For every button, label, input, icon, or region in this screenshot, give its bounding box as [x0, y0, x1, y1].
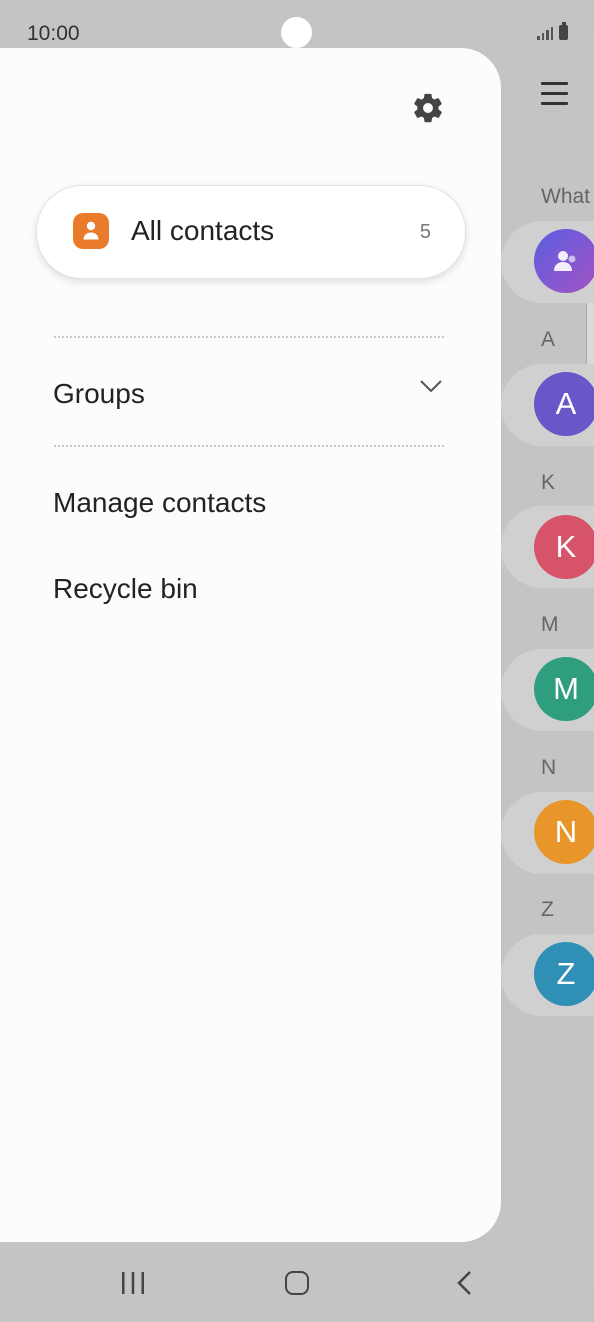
recycle-bin-item[interactable]: Recycle bin [53, 573, 198, 605]
section-header-m: M [541, 613, 559, 636]
section-header-n: N [541, 756, 557, 779]
manage-contacts-item[interactable]: Manage contacts [53, 487, 266, 519]
group-avatar-icon [534, 229, 594, 293]
status-icons [537, 22, 568, 40]
avatar-z: Z [534, 942, 594, 1006]
navigation-drawer: All contacts 5 Groups Manage contacts Re… [0, 48, 501, 1242]
recent-apps-icon[interactable] [121, 1271, 145, 1295]
groups-label[interactable]: Groups [53, 378, 145, 410]
avatar-a: A [534, 372, 594, 436]
divider [54, 336, 444, 338]
divider [54, 445, 444, 447]
avatar-n: N [534, 800, 594, 864]
all-contacts-label: All contacts [131, 215, 275, 246]
avatar-k: K [534, 515, 594, 579]
section-header-a: A [541, 328, 556, 351]
front-camera [281, 17, 312, 48]
group-icon [554, 251, 576, 271]
section-header-z: Z [541, 898, 554, 921]
gear-icon [414, 93, 442, 123]
avatar-m: M [534, 657, 594, 721]
system-navigation-bar [0, 1243, 594, 1322]
home-icon[interactable] [285, 1271, 309, 1295]
battery-icon [559, 22, 568, 40]
signal-icon [537, 24, 553, 40]
section-header-k: K [541, 471, 556, 494]
back-icon[interactable] [455, 1270, 473, 1296]
settings-button[interactable] [410, 90, 446, 126]
chevron-down-icon[interactable] [418, 378, 444, 394]
status-time: 10:00 [27, 22, 80, 45]
menu-icon[interactable] [541, 82, 568, 106]
contacts-count: 5 [419, 221, 431, 243]
person-icon [73, 213, 109, 249]
all-contacts-button[interactable]: All contacts 5 [36, 185, 466, 279]
section-header-whatsapp: What [541, 185, 591, 208]
phone-screen: 10:00 What A A K K M M N N Z Z All conta… [0, 0, 594, 1322]
